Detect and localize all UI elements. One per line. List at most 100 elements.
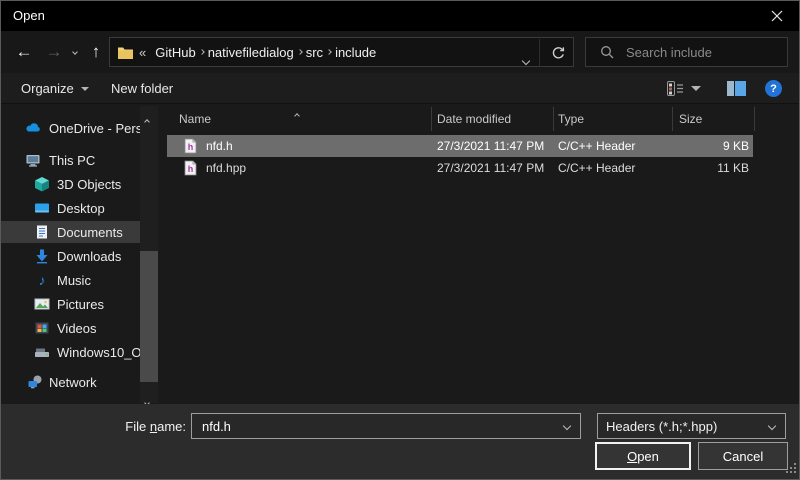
- sidebar-item-windows10-os[interactable]: Windows10_OS (: [1, 341, 140, 363]
- chevron-down-icon[interactable]: [768, 422, 776, 430]
- search-icon: [600, 45, 615, 60]
- sidebar-item-pictures[interactable]: Pictures: [1, 293, 140, 315]
- file-name-label: File name:: [1, 419, 186, 434]
- organize-label: Organize: [21, 81, 74, 96]
- sidebar-item-label: OneDrive - Persor: [49, 121, 140, 136]
- open-file-dialog: Open ← → ↑ « GitHub nativefiledialog src…: [0, 0, 800, 480]
- sidebar-item-label: Windows10_OS (: [57, 345, 141, 360]
- file-type-dropdown[interactable]: Headers (*.h;*.hpp): [597, 413, 786, 439]
- column-header-type[interactable]: Type: [558, 106, 658, 132]
- cancel-button-label: Cancel: [723, 449, 763, 464]
- sidebar-item-3d-objects[interactable]: 3D Objects: [1, 173, 140, 195]
- dialog-footer: File name: Headers (*.h;*.hpp) Open Canc…: [1, 404, 799, 480]
- recent-locations-button[interactable]: [67, 31, 83, 73]
- file-name: nfd.h: [206, 139, 233, 153]
- file-name-combo[interactable]: [191, 413, 581, 439]
- file-name-input[interactable]: [200, 418, 530, 435]
- onedrive-icon: [25, 120, 41, 136]
- address-dropdown-button[interactable]: [523, 51, 529, 69]
- sidebar-item-onedrive[interactable]: OneDrive - Persor: [1, 117, 140, 139]
- title-bar: Open: [1, 1, 799, 31]
- details-view-icon: [667, 81, 684, 96]
- breadcrumb-src[interactable]: src: [306, 45, 323, 60]
- breadcrumb-overflow[interactable]: «: [139, 45, 146, 60]
- close-button[interactable]: [754, 1, 799, 31]
- pictures-icon: [34, 296, 50, 312]
- network-icon: [27, 374, 43, 390]
- cancel-button[interactable]: Cancel: [698, 442, 788, 470]
- column-divider[interactable]: [672, 107, 673, 131]
- chevron-down-icon[interactable]: [563, 422, 571, 430]
- scroll-up-icon[interactable]: [145, 111, 149, 129]
- organize-button[interactable]: Organize: [21, 73, 89, 104]
- music-icon: ♪: [34, 272, 50, 288]
- search-input[interactable]: [624, 44, 774, 61]
- search-box[interactable]: [585, 37, 788, 67]
- column-header-date-modified[interactable]: Date modified: [437, 106, 547, 132]
- navigation-bar: ← → ↑ « GitHub nativefiledialog src incl…: [1, 31, 799, 73]
- sidebar-item-label: Pictures: [57, 297, 104, 312]
- dropdown-arrow-icon: [81, 87, 89, 91]
- file-size: 9 KB: [672, 139, 749, 153]
- folder-icon: [117, 45, 134, 60]
- file-date-modified: 27/3/2021 11:47 PM: [437, 139, 544, 153]
- breadcrumb-nativefiledialog[interactable]: nativefiledialog: [208, 45, 294, 60]
- sidebar-item-downloads[interactable]: Downloads: [1, 245, 140, 267]
- arrow-up-icon: ↑: [92, 42, 101, 62]
- header-file-icon: h: [184, 160, 197, 176]
- sort-ascending-icon: [295, 105, 299, 123]
- change-view-button[interactable]: [667, 73, 701, 104]
- help-button[interactable]: ?: [765, 73, 782, 104]
- file-type: C/C++ Header: [558, 139, 635, 153]
- documents-icon: [34, 224, 50, 240]
- computer-icon: [25, 152, 41, 168]
- up-button[interactable]: ↑: [83, 31, 109, 73]
- column-divider[interactable]: [553, 107, 554, 131]
- chevron-down-icon: [522, 57, 530, 65]
- header-file-icon: h: [184, 138, 197, 154]
- cube-3d-icon: [34, 176, 50, 192]
- file-row-nfd-hpp[interactable]: h nfd.hpp 27/3/2021 11:47 PM C/C++ Heade…: [167, 157, 753, 179]
- back-button[interactable]: ←: [9, 31, 39, 73]
- help-icon: ?: [765, 80, 782, 97]
- column-header-name[interactable]: Name: [179, 106, 289, 132]
- preview-pane-button[interactable]: [727, 73, 746, 104]
- forward-button[interactable]: →: [39, 31, 69, 73]
- new-folder-button[interactable]: New folder: [111, 73, 173, 104]
- close-icon: [771, 10, 783, 22]
- file-row-nfd-h[interactable]: h nfd.h 27/3/2021 11:47 PM C/C++ Header …: [167, 135, 753, 157]
- breadcrumb-include[interactable]: include: [335, 45, 376, 60]
- sidebar-item-videos[interactable]: Videos: [1, 317, 140, 339]
- sidebar-scrollbar-thumb[interactable]: [140, 251, 158, 382]
- sidebar-item-label: Documents: [57, 225, 123, 240]
- drive-icon: [34, 344, 50, 360]
- downloads-icon: [34, 248, 50, 264]
- column-divider[interactable]: [431, 107, 432, 131]
- resize-grip-icon: [786, 463, 796, 473]
- preview-pane-icon: [727, 81, 746, 96]
- column-header-size[interactable]: Size: [679, 106, 739, 132]
- resize-grip[interactable]: [786, 460, 796, 478]
- column-divider[interactable]: [754, 107, 755, 131]
- chevron-down-icon: [72, 49, 78, 55]
- chevron-right-icon: [199, 49, 205, 55]
- sidebar-item-music[interactable]: ♪ Music: [1, 269, 140, 291]
- sidebar-item-this-pc[interactable]: This PC: [1, 149, 140, 171]
- sidebar-item-documents[interactable]: Documents: [1, 221, 140, 243]
- new-folder-label: New folder: [111, 81, 173, 96]
- open-button[interactable]: Open: [595, 442, 691, 470]
- sidebar-item-label: This PC: [49, 153, 95, 168]
- window-title: Open: [13, 8, 45, 23]
- file-type: C/C++ Header: [558, 161, 635, 175]
- address-bar[interactable]: « GitHub nativefiledialog src include: [109, 37, 574, 67]
- command-toolbar: Organize New folder ?: [1, 73, 799, 104]
- refresh-button[interactable]: [550, 45, 566, 66]
- sidebar-item-desktop[interactable]: Desktop: [1, 197, 140, 219]
- arrow-left-icon: ←: [16, 42, 33, 62]
- arrow-right-icon: →: [46, 42, 63, 62]
- sidebar-item-label: 3D Objects: [57, 177, 121, 192]
- desktop-icon: [34, 200, 50, 216]
- breadcrumb-github[interactable]: GitHub: [155, 45, 195, 60]
- chevron-right-icon: [326, 49, 332, 55]
- sidebar-item-network[interactable]: Network: [1, 371, 140, 393]
